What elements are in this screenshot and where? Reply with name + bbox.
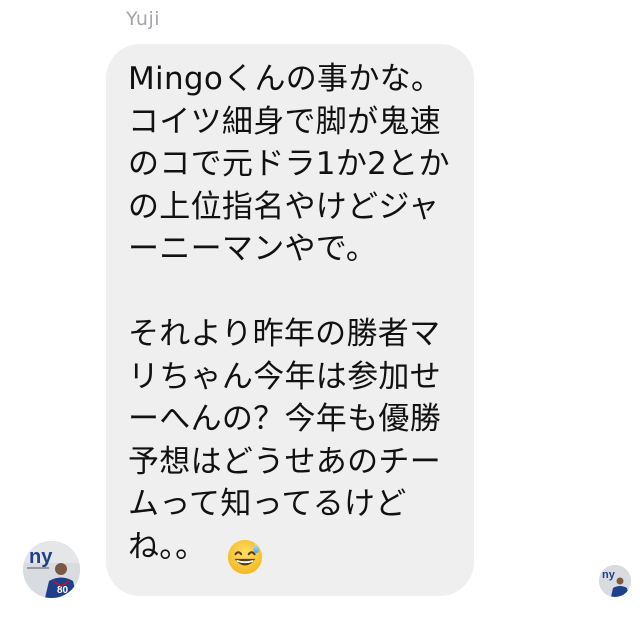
message-line: 予想はどうせあのチー [128, 443, 441, 480]
grinning-face-with-sweat-icon [227, 539, 263, 575]
message-line: ムって知ってるけど [128, 486, 407, 522]
message-line: ーへんの？今年も優勝 [128, 401, 441, 437]
logo-text-small: ny [602, 569, 616, 581]
read-receipt-avatar: ny [599, 565, 631, 597]
chat-thread: Yuji Mingoくんの事かな。 コイツ細身で脚が鬼速 のコで元ドラ1か2とか の上… [0, 0, 640, 617]
message-text: Mingoくんの事かな。 コイツ細身で脚が鬼速 のコで元ドラ1か2とか の上位指名やけ… [128, 58, 458, 568]
message-line: それより昨年の勝者マ [128, 316, 441, 352]
sender-avatar[interactable]: ny 80 [23, 541, 80, 598]
message-line: リちゃん今年は参加せ [128, 358, 441, 395]
logo-text: ny [29, 546, 53, 568]
message-line: ーニーマンやで。 [128, 231, 378, 267]
message-line: のコで元ドラ1か2とか [128, 146, 450, 182]
jersey-number: 80 [57, 585, 69, 596]
sender-name: Yuji [126, 8, 161, 30]
message-line: ね。。 [128, 528, 207, 565]
message-line: の上位指名やけどジャ [128, 188, 440, 225]
message-line: コイツ細身で脚が鬼速 [128, 103, 441, 140]
read-receipt-avatar-icon: ny [599, 565, 631, 597]
profile-photo-icon: ny 80 [23, 541, 80, 598]
message-line: Mingoくんの事かな。 [128, 61, 443, 97]
message-line [128, 271, 458, 314]
